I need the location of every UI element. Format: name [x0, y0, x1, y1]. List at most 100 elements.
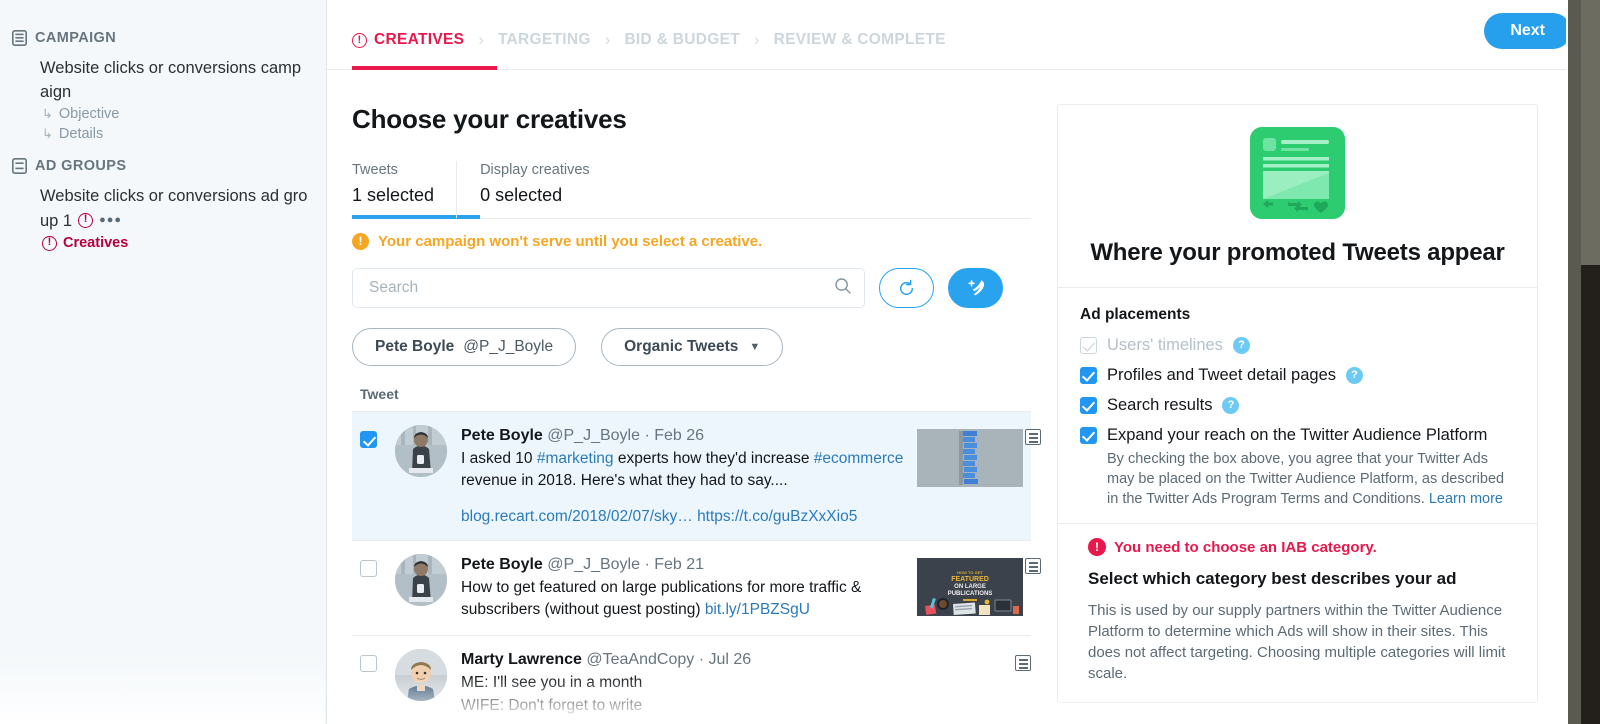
- tweet-select-checkbox[interactable]: [360, 655, 377, 672]
- tweet-links: blog.recart.com/2018/02/07/sky… https://…: [461, 508, 909, 526]
- hashtag-link[interactable]: #marketing: [537, 450, 614, 467]
- sidebar-item-objective[interactable]: ↳ Objective: [40, 104, 308, 124]
- help-icon[interactable]: ?: [1232, 337, 1250, 354]
- info-panel-column: Where your promoted Tweets appear Ad pla…: [1057, 70, 1576, 724]
- step-review-and-complete[interactable]: REVIEW & COMPLETE: [774, 31, 946, 49]
- table-row[interactable]: Pete Boyle @P_J_Boyle · Feb 21 How to ge…: [352, 541, 1041, 636]
- compose-tweet-icon: [967, 280, 984, 296]
- promoted-tweet-preview-icon: [1250, 127, 1345, 219]
- step-label: BID & BUDGET: [624, 31, 740, 48]
- tweet-text-part: I asked 10: [461, 450, 537, 467]
- sidebar-adgroup-entry[interactable]: Website clicks or conversions ad group 1…: [12, 184, 308, 253]
- sidebar-item-label: Creatives: [63, 235, 129, 251]
- step-label: TARGETING: [497, 31, 591, 48]
- sidebar-item-label: Objective: [58, 106, 120, 122]
- help-icon[interactable]: ?: [1346, 367, 1364, 384]
- tweet-separator: ·: [644, 427, 650, 444]
- placement-checkbox[interactable]: [1080, 397, 1097, 414]
- tweet-text: How to get featured on large publication…: [461, 577, 909, 621]
- panel-title: Where your promoted Tweets appear: [1090, 239, 1505, 266]
- alert-icon: [78, 212, 94, 228]
- help-icon[interactable]: ?: [1222, 397, 1240, 414]
- search-input[interactable]: [367, 278, 834, 298]
- filter-pill-tweet-type[interactable]: Organic Tweets ▼: [601, 328, 784, 366]
- step-creatives[interactable]: CREATIVES: [352, 31, 464, 49]
- avatar: [395, 425, 447, 477]
- iab-category-section: You need to choose an IAB category. Sele…: [1058, 523, 1537, 702]
- iab-alert-text: You need to choose an IAB category.: [1114, 538, 1377, 556]
- sidebar-item-creatives[interactable]: Creatives: [40, 233, 308, 253]
- tab-label: Display creatives: [480, 162, 590, 178]
- learn-more-link[interactable]: Learn more: [1429, 491, 1503, 507]
- placement-checkbox[interactable]: [1080, 367, 1097, 384]
- tweet-separator: ·: [644, 556, 650, 573]
- tweet-meta: Pete Boyle @P_J_Boyle · Feb 26: [461, 425, 909, 447]
- tweet-separator: ·: [698, 651, 705, 668]
- refresh-button[interactable]: [879, 268, 934, 308]
- tweet-media-thumbnail: HOW TO GET FEATURED ON LARGE PUBLICATION…: [917, 558, 1041, 616]
- next-button[interactable]: Next: [1484, 13, 1571, 49]
- sidebar-section-label: AD GROUPS: [35, 158, 127, 174]
- filter-pill-name: Organic Tweets: [624, 338, 739, 355]
- svg-text:HOW TO GET: HOW TO GET: [957, 570, 983, 575]
- tab-display-creatives[interactable]: Display creatives 0 selected: [456, 161, 612, 218]
- compose-tweet-button[interactable]: [948, 268, 1003, 308]
- tweet-url-link[interactable]: blog.recart.com/2018/02/07/sky… https://…: [461, 508, 857, 525]
- tweet-card-icon: [1025, 429, 1041, 445]
- avatar: [395, 649, 447, 701]
- tweet-text-line: ME: It's highly unlikely I'd forget such…: [461, 718, 1015, 724]
- tweet-meta: Pete Boyle @P_J_Boyle · Feb 21: [461, 554, 909, 576]
- filter-pill-account[interactable]: Pete Boyle @P_J_Boyle: [352, 328, 577, 366]
- tab-label: Tweets: [352, 162, 398, 178]
- table-row[interactable]: Pete Boyle @P_J_Boyle · Feb 26 I asked 1…: [352, 412, 1041, 541]
- corner-arrow-icon: ↳: [42, 126, 53, 141]
- hashtag-link[interactable]: #ecommerce: [814, 450, 904, 467]
- step-label: REVIEW & COMPLETE: [773, 31, 946, 48]
- tweet-date: Feb 21: [654, 556, 705, 573]
- search-icon: [834, 277, 852, 300]
- tweet-select-checkbox[interactable]: [360, 431, 377, 448]
- tab-count: 1 selected: [352, 185, 435, 205]
- sidebar-campaign-entry[interactable]: Website clicks or conversions campaign ↳…: [12, 56, 308, 144]
- step-targeting[interactable]: TARGETING: [498, 31, 591, 49]
- scrollbar-thumb[interactable]: [1581, 265, 1600, 724]
- placement-checkbox[interactable]: [1080, 427, 1097, 444]
- sidebar-adgroup-name: Website clicks or conversions ad group 1…: [40, 184, 308, 233]
- chevron-right-icon: ›: [753, 30, 760, 49]
- table-row[interactable]: Marty Lawrence @TeaAndCopy · Jul 26 ME: …: [352, 636, 1031, 724]
- step-bid-and-budget[interactable]: BID & BUDGET: [624, 31, 740, 49]
- tweet-card-icon: [1015, 655, 1031, 671]
- content-columns: Choose your creatives Tweets 1 selected …: [327, 70, 1600, 724]
- sidebar-section-label: CAMPAIGN: [35, 30, 117, 46]
- creative-type-tabs: Tweets 1 selected Display creatives 0 se…: [352, 161, 1031, 219]
- sidebar-campaign-name: Website clicks or conversions campaign: [40, 59, 302, 101]
- search-box[interactable]: [352, 268, 865, 308]
- tweet-author-name: Pete Boyle: [461, 427, 543, 444]
- placement-users-timelines: Users' timelines ?: [1080, 336, 1515, 355]
- tweet-table-header: Tweet: [352, 386, 1031, 412]
- tweet-card-icon: [1025, 558, 1041, 574]
- iab-alert: You need to choose an IAB category.: [1088, 538, 1515, 556]
- tweet-select-checkbox[interactable]: [360, 560, 377, 577]
- tab-tweets[interactable]: Tweets 1 selected: [352, 161, 481, 219]
- alert-icon: [352, 32, 367, 48]
- step-label: CREATIVES: [374, 31, 465, 48]
- ad-placements-section: Ad placements Users' timelines ? Profile…: [1058, 288, 1537, 523]
- placement-profiles-and-tweet-detail-pages[interactable]: Profiles and Tweet detail pages ?: [1080, 366, 1515, 385]
- placement-label: Profiles and Tweet detail pages: [1107, 366, 1337, 384]
- svg-text:ON LARGE: ON LARGE: [954, 584, 986, 590]
- search-row: [352, 268, 1031, 308]
- placement-search-results[interactable]: Search results ?: [1080, 396, 1515, 415]
- placement-twitter-audience-platform[interactable]: Expand your reach on the Twitter Audienc…: [1080, 426, 1515, 445]
- sidebar-bottom-fade: [0, 654, 325, 724]
- ad-groups-document-icon: [12, 158, 27, 174]
- tweet-meta: Marty Lawrence @TeaAndCopy · Jul 26: [461, 649, 1015, 671]
- sidebar-section-campaign: CAMPAIGN: [12, 30, 308, 46]
- tweet-author-name: Marty Lawrence: [461, 651, 582, 668]
- placement-label: Users' timelines: [1107, 336, 1223, 354]
- sidebar-item-details[interactable]: ↳ Details: [40, 124, 308, 144]
- tweet-url-link[interactable]: bit.ly/1PBZSgU: [705, 601, 810, 618]
- adgroup-overflow-menu-icon[interactable]: ●●●: [99, 208, 122, 232]
- tweet-body: Marty Lawrence @TeaAndCopy · Jul 26 ME: …: [461, 649, 1023, 724]
- sidebar-item-label: Details: [58, 126, 104, 142]
